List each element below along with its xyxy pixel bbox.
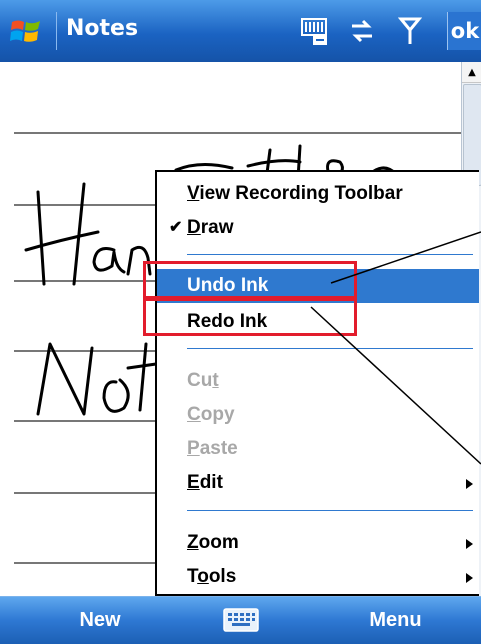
callout-leader-lines [310,231,481,465]
new-softkey-button[interactable]: New [0,597,200,644]
softkey-bar: New Menu [0,596,481,644]
keyboard-icon[interactable] [223,608,259,632]
menu-softkey-button[interactable]: Menu [310,597,481,644]
